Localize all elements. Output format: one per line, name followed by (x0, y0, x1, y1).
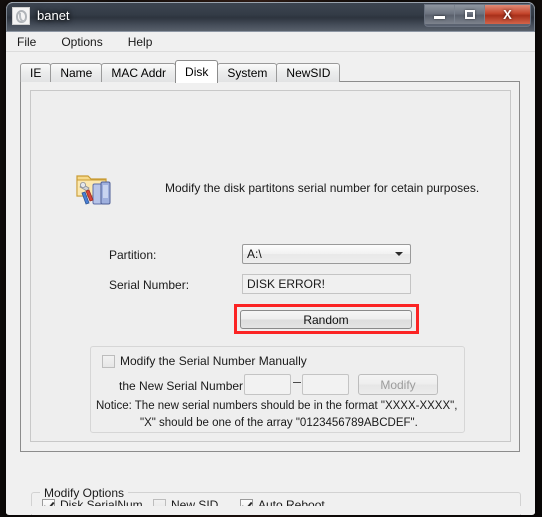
serial-number-value: DISK ERROR! (247, 277, 326, 291)
minimize-button[interactable] (425, 5, 455, 24)
folder-disk-tool-icon (75, 170, 113, 208)
random-button[interactable]: Random (240, 310, 412, 329)
menu-item-file[interactable]: File (15, 34, 38, 50)
serial-number-label: Serial Number: (109, 278, 190, 292)
partition-combo-value: A:\ (247, 247, 262, 261)
app-logo-icon[interactable] (12, 7, 30, 25)
title-bar[interactable]: banet X (6, 2, 535, 32)
serial-number-field[interactable]: DISK ERROR! (242, 274, 411, 294)
close-icon: X (503, 7, 512, 22)
application-window: banet X File Options Help IE Name MAC Ad… (6, 2, 535, 515)
tab-strip: IE Name MAC Addr Disk System NewSID (20, 60, 341, 83)
new-serial-part1-input[interactable] (244, 374, 291, 395)
tab-ie[interactable]: IE (20, 63, 52, 82)
new-serial-part2-input[interactable] (302, 374, 349, 395)
maximize-button[interactable] (455, 5, 485, 24)
menu-item-options[interactable]: Options (59, 34, 104, 50)
title-bar-left: banet (12, 7, 70, 25)
tab-name[interactable]: Name (50, 63, 103, 82)
client-area: IE Name MAC Addr Disk System NewSID Modi… (6, 52, 535, 515)
window-controls: X (424, 4, 531, 27)
partition-combo[interactable]: A:\ (242, 244, 411, 264)
tab-disk[interactable]: Disk (175, 60, 219, 83)
new-serial-label: the New Serial Number: (119, 379, 247, 393)
close-button[interactable]: X (485, 5, 530, 24)
window-bottom-edge (6, 506, 535, 514)
modify-button[interactable]: Modify (358, 374, 438, 395)
partition-label: Partition: (109, 248, 157, 262)
tab-newsid[interactable]: NewSID (276, 63, 341, 82)
notice-line-1: Notice: The new serial numbers should be… (96, 400, 458, 412)
tab-mac-addr[interactable]: MAC Addr (101, 63, 177, 82)
tab-system[interactable]: System (217, 63, 278, 82)
modify-manually-label: Modify the Serial Number Manually (120, 354, 307, 368)
window-title: banet (37, 8, 70, 23)
minimize-icon (434, 16, 445, 19)
notice-line-2: "X" should be one of the array "01234567… (140, 417, 418, 429)
checkbox-icon (102, 354, 115, 368)
serial-separator (293, 382, 301, 383)
modify-manually-checkbox[interactable]: Modify the Serial Number Manually (102, 354, 307, 368)
disk-description: Modify the disk partitons serial number … (165, 181, 480, 195)
menu-item-help[interactable]: Help (126, 34, 155, 50)
maximize-icon (464, 10, 475, 19)
menu-bar: File Options Help (6, 32, 535, 52)
chevron-down-icon (395, 252, 403, 256)
